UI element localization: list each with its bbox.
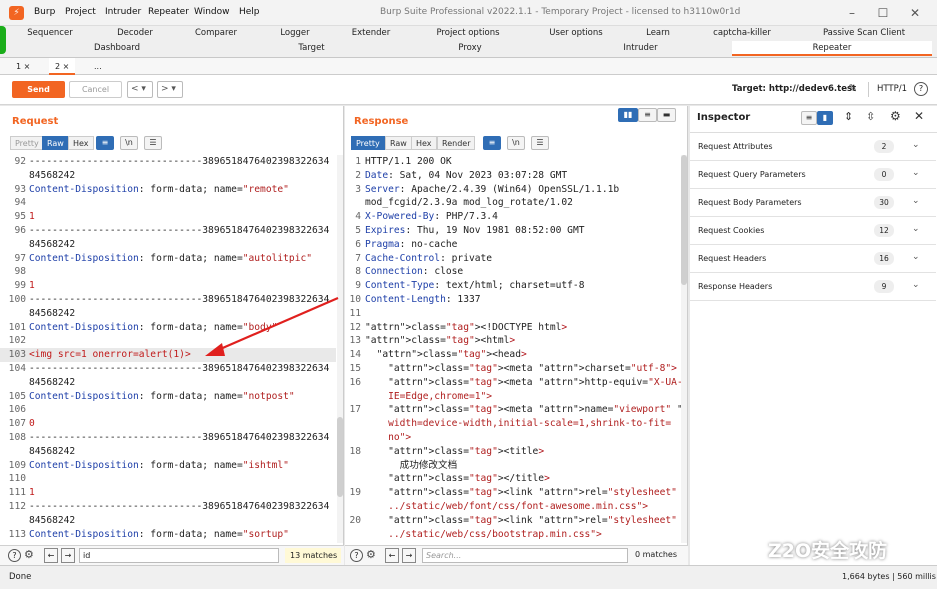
status-text: Done — [9, 572, 32, 582]
arrow-line — [217, 296, 339, 352]
watermark-text: Z2O安全攻防 — [768, 540, 888, 562]
wechat-icon — [728, 537, 756, 559]
annotation-arrow — [205, 296, 339, 356]
response-size: 1,664 bytes | 560 millis — [842, 572, 936, 581]
watermark: Z2O安全攻防 — [700, 528, 937, 573]
arrow-head — [205, 343, 225, 356]
